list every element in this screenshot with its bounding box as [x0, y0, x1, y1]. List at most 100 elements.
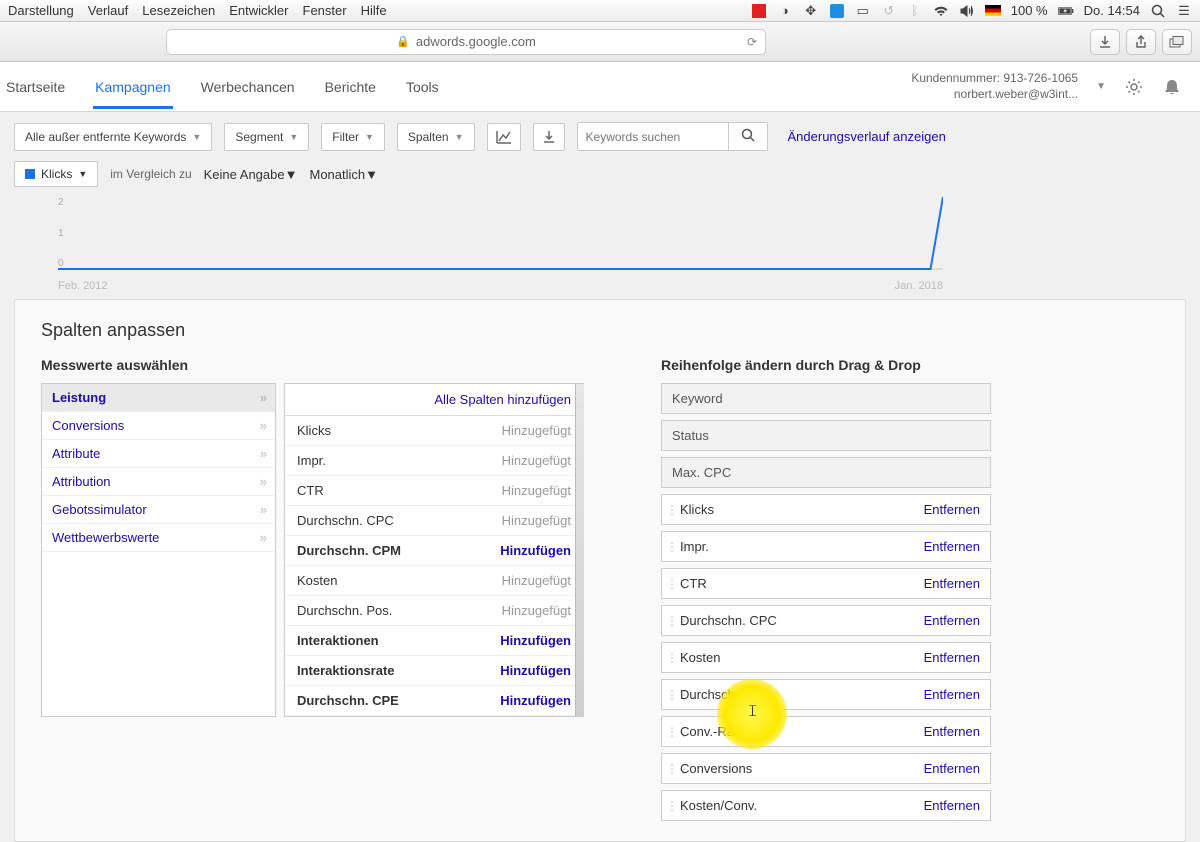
- chevron-right-icon: »: [260, 502, 265, 517]
- search-wrap: [577, 122, 768, 151]
- drag-handle-icon[interactable]: ⋮⋮: [666, 577, 680, 591]
- compare-metric-button[interactable]: Keine Angabe▼: [204, 167, 298, 182]
- chart-svg: [58, 197, 943, 277]
- metric-name: Durchschn. CPE: [297, 693, 399, 708]
- keywords-filter-button[interactable]: Alle außer entfernte Keywords▼: [14, 123, 212, 151]
- drag-handle-icon[interactable]: ⋮⋮: [666, 503, 680, 517]
- cat-attribute[interactable]: Attribute»: [42, 440, 275, 468]
- menu-icon[interactable]: ☰: [1176, 3, 1192, 19]
- gear-icon[interactable]: [1124, 77, 1144, 97]
- account-caret-icon[interactable]: ▼: [1096, 81, 1106, 92]
- history-link[interactable]: Änderungsverlauf anzeigen: [780, 129, 946, 144]
- drag-handle-icon[interactable]: ⋮⋮: [666, 799, 680, 813]
- account-email: norbert.weber@w3int...: [911, 87, 1078, 103]
- order-item[interactable]: ⋮⋮Durchschn. Pos.Entfernen: [661, 679, 991, 710]
- mac-menu-item[interactable]: Darstellung: [8, 3, 74, 18]
- red-indicator-icon: [751, 3, 767, 19]
- select-metrics-header: Messwerte auswählen: [41, 357, 621, 373]
- chevron-right-icon: »: [260, 446, 265, 461]
- nav-tab-werbechancen[interactable]: Werbechancen: [199, 65, 297, 109]
- lock-icon: 🔒: [396, 35, 410, 48]
- metric-added-label: Hinzugefügt: [502, 513, 571, 528]
- nav-tab-kampagnen[interactable]: Kampagnen: [93, 65, 173, 109]
- filter-button[interactable]: Filter▼: [321, 123, 385, 151]
- spalten-button[interactable]: Spalten▼: [397, 123, 475, 151]
- search-button[interactable]: [728, 123, 767, 150]
- teamviewer-icon: [829, 3, 845, 19]
- metric-add-link[interactable]: Hinzufügen: [500, 543, 571, 558]
- metric-row: Durchschn. CPE Hinzufügen: [285, 686, 583, 716]
- order-item-label: Keyword: [672, 391, 980, 406]
- cat-gebotssimulator[interactable]: Gebotssimulator»: [42, 496, 275, 524]
- primary-metric-chip[interactable]: Klicks ▼: [14, 161, 98, 187]
- cat-label: Wettbewerbswerte: [52, 530, 159, 545]
- download-button[interactable]: [1090, 29, 1120, 55]
- order-item[interactable]: ⋮⋮KostenEntfernen: [661, 642, 991, 673]
- battery-icon: [1058, 3, 1074, 19]
- search-input[interactable]: [578, 124, 728, 150]
- drag-handle-icon[interactable]: ⋮⋮: [666, 688, 680, 702]
- remove-link[interactable]: Entfernen: [924, 650, 980, 665]
- order-item[interactable]: ⋮⋮Durchschn. CPCEntfernen: [661, 605, 991, 636]
- cat-attribution[interactable]: Attribution»: [42, 468, 275, 496]
- metric-name: Durchschn. CPC: [297, 513, 394, 528]
- order-item[interactable]: ⋮⋮KlicksEntfernen: [661, 494, 991, 525]
- drag-handle-icon[interactable]: ⋮⋮: [666, 540, 680, 554]
- metric-add-link[interactable]: Hinzufügen: [500, 693, 571, 708]
- bell-icon[interactable]: [1162, 77, 1182, 97]
- tabs-button[interactable]: [1162, 29, 1192, 55]
- remove-link[interactable]: Entfernen: [924, 761, 980, 776]
- reload-icon[interactable]: ⟳: [747, 35, 757, 49]
- download-icon-button[interactable]: [533, 123, 565, 151]
- clock-text: Do. 14:54: [1084, 3, 1140, 18]
- drag-handle-icon[interactable]: ⋮⋮: [666, 651, 680, 665]
- mac-menu-item[interactable]: Fenster: [303, 3, 347, 18]
- share-button[interactable]: [1126, 29, 1156, 55]
- safari-toolbar: 🔒 adwords.google.com ⟳: [0, 22, 1200, 62]
- remove-link[interactable]: Entfernen: [924, 687, 980, 702]
- remove-link[interactable]: Entfernen: [924, 724, 980, 739]
- order-item-label: Max. CPC: [672, 465, 980, 480]
- mac-menu-item[interactable]: Entwickler: [229, 3, 288, 18]
- cat-label: Conversions: [52, 418, 124, 433]
- cat-leistung[interactable]: Leistung»: [42, 384, 275, 412]
- order-item[interactable]: ⋮⋮Conv.-RateEntfernen: [661, 716, 991, 747]
- order-item[interactable]: ⋮⋮Kosten/Conv.Entfernen: [661, 790, 991, 821]
- wifi-icon: [933, 3, 949, 19]
- mac-menu-item[interactable]: Hilfe: [361, 3, 387, 18]
- mac-menu-item[interactable]: Lesezeichen: [142, 3, 215, 18]
- spotlight-icon[interactable]: [1150, 3, 1166, 19]
- nav-tab-tools[interactable]: Tools: [404, 65, 441, 109]
- remove-link[interactable]: Entfernen: [924, 576, 980, 591]
- order-item[interactable]: ⋮⋮CTREntfernen: [661, 568, 991, 599]
- remove-link[interactable]: Entfernen: [924, 539, 980, 554]
- flag-de-icon: [985, 3, 1001, 19]
- order-item-label: Kosten/Conv.: [680, 798, 924, 813]
- cat-wettbewerbswerte[interactable]: Wettbewerbswerte»: [42, 524, 275, 552]
- timemachine-icon: ↺: [881, 3, 897, 19]
- drag-handle-icon[interactable]: ⋮⋮: [666, 614, 680, 628]
- url-field[interactable]: 🔒 adwords.google.com ⟳: [166, 29, 766, 55]
- nav-tab-berichte[interactable]: Berichte: [323, 65, 378, 109]
- nav-tab-startseite[interactable]: Startseite: [4, 65, 67, 109]
- metric-added-label: Hinzugefügt: [502, 453, 571, 468]
- metric-add-link[interactable]: Hinzufügen: [500, 633, 571, 648]
- cat-conversions[interactable]: Conversions»: [42, 412, 275, 440]
- period-button[interactable]: Monatlich▼: [309, 167, 378, 182]
- mac-menu-items: Darstellung Verlauf Lesezeichen Entwickl…: [8, 3, 387, 18]
- remove-link[interactable]: Entfernen: [924, 502, 980, 517]
- segment-button[interactable]: Segment▼: [224, 123, 309, 151]
- metric-add-link[interactable]: Hinzufügen: [500, 663, 571, 678]
- drag-handle-icon[interactable]: ⋮⋮: [666, 725, 680, 739]
- order-item[interactable]: ⋮⋮Impr.Entfernen: [661, 531, 991, 562]
- drag-handle-icon[interactable]: ⋮⋮: [666, 762, 680, 776]
- remove-link[interactable]: Entfernen: [924, 613, 980, 628]
- add-all-link[interactable]: Alle Spalten hinzufügen: [285, 384, 583, 416]
- chart-icon-button[interactable]: [487, 123, 521, 151]
- order-item[interactable]: ⋮⋮ConversionsEntfernen: [661, 753, 991, 784]
- metric-name: CTR: [297, 483, 324, 498]
- remove-link[interactable]: Entfernen: [924, 798, 980, 813]
- cat-label: Leistung: [52, 390, 106, 405]
- mac-menu-item[interactable]: Verlauf: [88, 3, 128, 18]
- metric-added-label: Hinzugefügt: [502, 483, 571, 498]
